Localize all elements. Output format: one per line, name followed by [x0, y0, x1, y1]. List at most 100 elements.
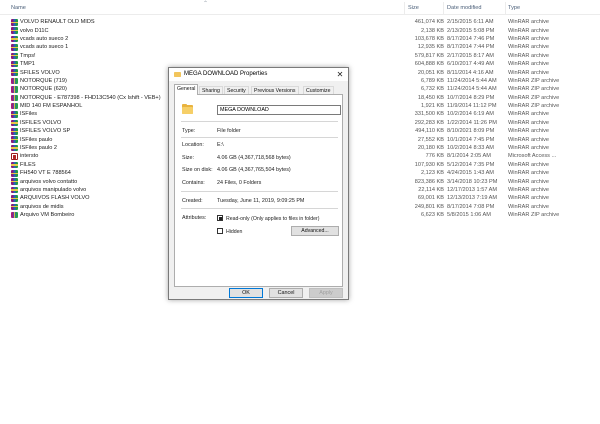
file-size: 331,500 KB [414, 111, 444, 118]
file-size: 18,450 KB [417, 94, 444, 101]
cancel-button[interactable]: Cancel [269, 288, 303, 298]
file-size: 27,552 KB [417, 136, 444, 143]
file-type: WinRAR archive [508, 170, 550, 177]
winrar-archive-icon [11, 203, 18, 211]
file-name: vcads auto sueco 1 [20, 44, 69, 51]
column-header-name[interactable]: Name [11, 5, 26, 11]
file-type: WinRAR archive [508, 19, 550, 26]
winrar-archive-icon [11, 27, 18, 34]
file-size: 823,386 KB [414, 178, 444, 185]
winrar-zip-icon [11, 211, 18, 219]
file-name: ISFILES VOLVO SP [20, 128, 71, 135]
file-type: WinRAR archive [508, 178, 550, 185]
file-date-modified: 6/10/2017 4:49 AM [447, 61, 494, 68]
file-type: WinRAR archive [508, 44, 550, 51]
file-name: ISFiles [20, 111, 38, 118]
size-on-disk-label: Size on disk: [182, 167, 213, 173]
sort-ascending-icon[interactable]: ⌃ [203, 0, 208, 7]
column-separator[interactable] [443, 2, 444, 14]
file-size: 20,180 KB [417, 145, 444, 152]
winrar-zip-icon [11, 86, 18, 93]
file-size: 20,051 KB [417, 69, 444, 76]
column-header-type[interactable]: Type [508, 5, 520, 11]
file-name: vcads auto sueco 2 [20, 35, 69, 42]
file-date-modified: 12/13/2013 7:19 AM [447, 195, 498, 202]
divider [181, 121, 338, 122]
size-label: Size: [182, 155, 194, 161]
size-value: 4.06 GB (4,367,718,568 bytes) [217, 155, 291, 161]
file-size: 1,921 KB [420, 103, 444, 110]
tab-general[interactable]: General [174, 84, 199, 95]
column-separator[interactable] [404, 2, 405, 14]
file-date-modified: 8/17/2014 7:08 PM [447, 203, 495, 210]
file-row[interactable]: VOLVO RENAULT OLD MIDS 461,074 KB 2/15/201… [0, 18, 600, 26]
file-size: 6,732 KB [420, 86, 444, 93]
file-type: WinRAR archive [508, 136, 550, 143]
winrar-archive-icon [11, 186, 18, 194]
file-type: WinRAR archive [508, 195, 550, 202]
divider [181, 137, 338, 138]
file-size: 2,123 KB [420, 170, 444, 177]
divider [181, 191, 338, 192]
file-size: 461,074 KB [414, 19, 444, 26]
file-date-modified: 8/17/2014 7:44 PM [447, 44, 495, 51]
file-size: 103,678 KB [414, 35, 444, 42]
file-name: FH540 VT E 788564 [20, 170, 71, 177]
winrar-archive-icon [11, 178, 18, 185]
file-date-modified: 8/10/2021 8:09 PM [447, 128, 495, 135]
file-type: WinRAR archive [508, 52, 550, 59]
file-type: WinRAR archive [508, 161, 550, 168]
file-size: 6,789 KB [420, 77, 444, 84]
file-name: volvo D11C [20, 27, 49, 34]
file-date-modified: 11/24/2014 5:44 AM [447, 86, 497, 93]
file-date-modified: 11/24/2014 5:44 AM [447, 77, 497, 84]
folder-icon [174, 71, 181, 77]
file-type: WinRAR archive [508, 61, 550, 68]
ok-button[interactable]: OK [229, 288, 263, 298]
column-separator[interactable] [505, 2, 506, 14]
file-name: intersto [20, 153, 39, 160]
file-row[interactable]: volvo D11C 2,138 KB 2/13/2015 5:08 PM WinRA… [0, 26, 600, 34]
file-name: ARQUIVOS FLASH VOLVO [20, 195, 90, 202]
size-on-disk-value: 4.06 GB (4,367,765,504 bytes) [217, 167, 291, 173]
column-header-date-modified[interactable]: Date modified [447, 5, 482, 11]
readonly-checkbox[interactable] [217, 215, 223, 221]
type-value: File folder [217, 128, 241, 134]
file-date-modified: 2/15/2015 6:11 AM [447, 19, 494, 26]
properties-dialog: MEGA DOWNLOAD Properties ✕ General Shari… [168, 67, 349, 300]
file-name: SFILES VOLVO [20, 69, 60, 76]
dialog-titlebar[interactable]: MEGA DOWNLOAD Properties ✕ [169, 68, 348, 81]
readonly-checkbox-label[interactable]: Read-only (Only applies to files in fold… [226, 216, 319, 222]
column-header-size[interactable]: Size [408, 5, 419, 11]
winrar-archive-icon [11, 170, 18, 177]
advanced-button[interactable]: Advanced... [291, 226, 339, 236]
file-name: MID 140 FM ESPANHOL [20, 103, 83, 110]
winrar-archive-icon [11, 35, 18, 43]
file-type: WinRAR ZIP archive [508, 103, 560, 110]
file-size: 292,283 KB [414, 119, 444, 126]
file-row[interactable]: vcads auto sueco 1 12,935 KB 8/17/2014 7:4… [0, 43, 600, 51]
file-name: NOTORQUE (719) [20, 77, 67, 84]
file-name: ISFILES VOLVO [20, 119, 62, 126]
file-type: WinRAR archive [508, 187, 550, 193]
hidden-checkbox[interactable] [217, 228, 223, 234]
file-row[interactable]: Tmps! 579,817 KB 2/17/2015 8:17 AM WinRAR a… [0, 52, 600, 60]
file-date-modified: 8/11/2014 4:16 AM [447, 69, 494, 76]
close-icon[interactable]: ✕ [335, 70, 345, 80]
folder-name-input[interactable]: MEGA DOWNLOAD [217, 105, 341, 115]
file-list-header: ⌃ Name Size Date modified Type [0, 0, 600, 15]
location-label: Location: [182, 142, 204, 148]
winrar-archive-icon [11, 44, 18, 51]
file-type: WinRAR archive [508, 145, 550, 152]
contains-label: Contains: [182, 180, 205, 186]
file-type: WinRAR archive [508, 35, 550, 42]
file-date-modified: 11/9/2014 11:12 PM [447, 103, 497, 110]
winrar-archive-icon [11, 19, 18, 26]
file-row[interactable]: vcads auto sueco 2 103,678 KB 8/17/2014 7:… [0, 35, 600, 43]
file-size: 249,801 KB [414, 203, 444, 210]
file-size: 2,138 KB [420, 27, 444, 34]
hidden-checkbox-label[interactable]: Hidden [226, 229, 242, 235]
file-size: 69,001 KB [417, 195, 444, 202]
file-size: 776 KB [425, 153, 444, 160]
winrar-zip-icon [11, 77, 18, 85]
